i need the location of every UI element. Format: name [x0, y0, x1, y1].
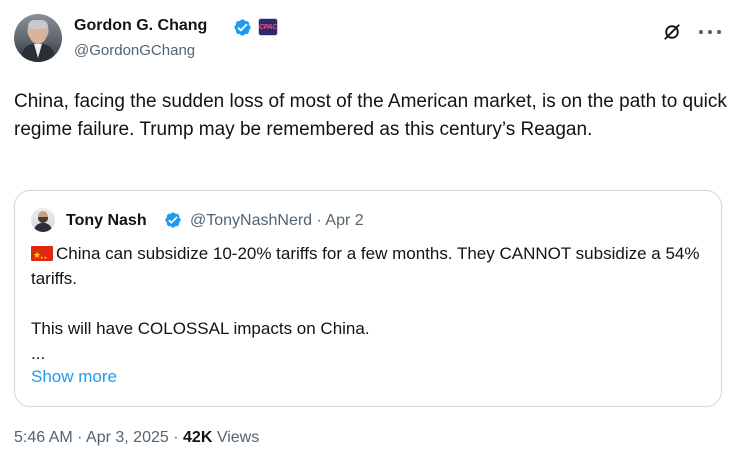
quoted-author-name[interactable]: Tony Nash	[66, 212, 147, 230]
author-handle[interactable]: @GordonGChang	[74, 42, 195, 59]
footer-separator: ·	[173, 429, 179, 446]
quoted-line-1: China can subsidize 10-20% tariffs for a…	[31, 241, 711, 291]
quoted-line-blank	[31, 291, 711, 316]
more-dot	[717, 30, 721, 34]
quoted-tweet-card[interactable]: Tony Nash @TonyNashNerd · Apr 2 China ca…	[14, 190, 722, 407]
verified-badge-icon[interactable]	[233, 18, 252, 37]
avatar-suit	[34, 223, 52, 232]
quoted-tweet-text: China can subsidize 10-20% tariffs for a…	[31, 241, 711, 366]
quoted-line-3: This will have COLOSSAL impacts on China…	[31, 319, 370, 338]
china-flag-icon	[31, 243, 53, 270]
tweet-time[interactable]: 5:46 AM	[14, 429, 73, 446]
show-more-link[interactable]: Show more	[31, 367, 117, 387]
views-count: 42K	[183, 429, 213, 446]
verified-badge-icon[interactable]	[164, 211, 182, 229]
quoted-author-avatar[interactable]	[31, 208, 55, 232]
more-dot	[699, 30, 703, 34]
more-dot	[708, 30, 712, 34]
affiliate-badge-label: CPAC	[258, 23, 278, 31]
views-label: Views	[216, 429, 260, 446]
more-icon[interactable]	[699, 24, 721, 40]
quoted-author-handle[interactable]: @TonyNashNerd	[190, 212, 312, 229]
tweet-text: China, facing the sudden loss of most of…	[14, 91, 727, 140]
tweet-footer: 5:46 AM · Apr 3, 2025 · 42K Views	[14, 429, 259, 447]
author-name[interactable]: Gordon G. Chang	[74, 17, 207, 35]
avatar-beard	[38, 217, 48, 223]
footer-separator: ·	[77, 429, 83, 446]
avatar-hair	[28, 20, 48, 29]
grok-icon[interactable]	[662, 22, 682, 42]
affiliate-badge[interactable]: CPAC	[258, 18, 278, 36]
tweet-date[interactable]: Apr 3, 2025	[86, 429, 169, 446]
quoted-line-text: China can subsidize 10-20% tariffs for a…	[31, 244, 700, 288]
quoted-meta: @TonyNashNerd · Apr 2	[190, 212, 364, 230]
meta-separator: ·	[316, 212, 322, 229]
quoted-date[interactable]: Apr 2	[325, 212, 363, 229]
quoted-line-ellipsis: ...	[31, 344, 46, 363]
author-avatar[interactable]	[14, 14, 62, 62]
